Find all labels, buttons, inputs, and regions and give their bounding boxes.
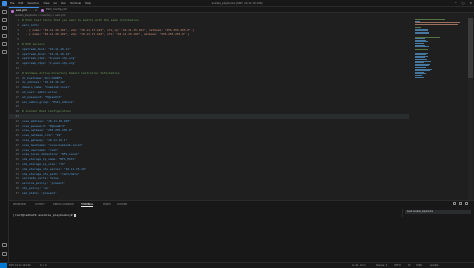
- editor-scrollbar[interactable]: [468, 18, 473, 200]
- code-text: upstream_ntp2: "1.pool.ntp.org": [22, 61, 76, 66]
- minimap[interactable]: [414, 18, 466, 200]
- menu-item-edit[interactable]: Edit: [18, 2, 23, 5]
- close-panel-icon[interactable]: [465, 202, 468, 205]
- language-mode[interactable]: YAML: [416, 263, 422, 268]
- code-text: # vCenter Host Configuration: [22, 109, 71, 114]
- maximize-icon[interactable]: □: [462, 1, 465, 5]
- panel-tab-problems[interactable]: PROBLEMS: [13, 202, 26, 207]
- panel-tab-debug-console[interactable]: DEBUG CONSOLE: [53, 202, 74, 207]
- split-terminal-icon[interactable]: [459, 202, 462, 205]
- code-line[interactable]: 10 upstream_ntp2: "1.pool.ntp.org": [9, 61, 409, 66]
- gear-icon[interactable]: [2, 252, 7, 256]
- code-line[interactable]: 30 vds_storage_ip_name: "NFS_ESXi": [9, 157, 409, 162]
- terminal-list-item[interactable]: bash ansible_playbooks: [405, 210, 471, 214]
- panel-tab-ports[interactable]: PORTS: [103, 202, 111, 207]
- terminal-prompt: [root@redhat9 ansible_playbooks]#: [13, 213, 75, 217]
- terminal-cursor: [74, 213, 77, 217]
- panel-tab-terminal[interactable]: TERMINAL: [81, 202, 94, 207]
- code-text: domain_name: "homelab.local": [22, 85, 71, 90]
- code-line[interactable]: 5: [9, 37, 409, 42]
- window-controls: ─ □ ✕: [455, 1, 472, 5]
- code-text: vcsa_netmask_cidr: "24": [22, 133, 63, 138]
- minimap-line: [415, 19, 446, 20]
- line-number: 10: [15, 61, 19, 66]
- menu-bar: File Edit Selection View Go Run Terminal Help: [10, 2, 91, 5]
- minimap-line: [415, 46, 429, 48]
- minimap-line: [415, 49, 428, 51]
- line-number: 5: [17, 37, 19, 42]
- line-number: 30: [15, 157, 19, 162]
- activity-bar: [0, 7, 9, 262]
- menu-item-run[interactable]: Run: [61, 2, 66, 5]
- line-number: 15: [15, 85, 19, 90]
- code-line[interactable]: 15 domain_name: "homelab.local": [9, 85, 409, 90]
- panel-tab-output[interactable]: OUTPUT: [35, 202, 45, 207]
- title-bar: File Edit Selection View Go Run Terminal Help a…: [0, 0, 474, 7]
- menu-item-terminal[interactable]: Terminal: [70, 2, 81, 5]
- code-text: vds_storage_ip_name: "NFS_ESXi": [22, 157, 76, 162]
- menu-item-go[interactable]: Go: [53, 2, 57, 5]
- problems-count[interactable]: 0 ⚠ 0: [40, 263, 46, 268]
- code-line[interactable]: 20 # vCenter Host Configuration: [9, 109, 409, 114]
- indentation[interactable]: Spaces: 2: [376, 263, 387, 268]
- minimap-line: [415, 23, 459, 25]
- tab-label: esxi.yml: [16, 9, 27, 12]
- yaml-file-icon: [41, 8, 44, 12]
- line-endings[interactable]: LF: [408, 263, 411, 268]
- terminal-output[interactable]: [root@redhat9 ansible_playbooks]#: [13, 213, 77, 217]
- menu-item-help[interactable]: Help: [85, 2, 91, 5]
- menu-item-file[interactable]: File: [10, 2, 14, 5]
- tab-label: ESXi_Config.yml: [46, 8, 68, 11]
- code-line[interactable]: 37 ssh_state: 'present': [9, 191, 409, 196]
- panel-tab-gitlens[interactable]: GITLENS: [117, 202, 127, 207]
- code-text: ssh_state: 'present': [22, 190, 57, 195]
- line-number: 35: [15, 181, 19, 186]
- minimize-icon[interactable]: ─: [455, 1, 457, 5]
- encoding[interactable]: UTF-8: [394, 263, 401, 268]
- account-icon[interactable]: [2, 243, 7, 247]
- terminal-list: bash ansible_playbooks: [402, 209, 472, 217]
- menu-item-selection[interactable]: Selection: [27, 2, 39, 5]
- minimap-line: [415, 76, 424, 78]
- explorer-icon[interactable]: [2, 10, 7, 14]
- ansible-status[interactable]: Ansible: [430, 263, 438, 268]
- remote-explorer-icon[interactable]: [2, 50, 7, 54]
- minimap-line: [415, 33, 429, 35]
- line-number: 37: [15, 190, 19, 195]
- terminal-panel: PROBLEMS OUTPUT DEBUG CONSOLE TERMINAL PORTS…: [9, 200, 474, 262]
- vscode-logo-icon: [2, 0, 7, 6]
- remote-host[interactable]: SSH: 10.11.10.100: [9, 263, 31, 268]
- code-editor[interactable]: 1 # ESXi host facts that you want to modi…: [9, 18, 411, 200]
- status-bar: SSH: 10.11.10.100 0 ⚠ 0 Ln 21, Col 1 Spa…: [0, 262, 474, 268]
- new-terminal-icon[interactable]: [453, 202, 456, 205]
- line-number: 20: [15, 109, 19, 114]
- close-icon[interactable]: ✕: [469, 1, 472, 5]
- code-line[interactable]: 35 service_policy: 'present': [9, 181, 409, 186]
- code-text: service_policy: 'present': [22, 181, 66, 186]
- line-number: 25: [15, 133, 19, 138]
- scroll-thumb[interactable]: [468, 18, 473, 78]
- extensions-icon[interactable]: [2, 42, 7, 46]
- search-icon[interactable]: [2, 18, 7, 22]
- cursor-position[interactable]: Ln 21, Col 1: [352, 263, 366, 268]
- menu-item-view[interactable]: View: [43, 2, 49, 5]
- code-line[interactable]: 25 vcsa_netmask_cidr: "24": [9, 133, 409, 138]
- source-control-icon[interactable]: [2, 26, 7, 30]
- remote-indicator-icon[interactable]: [0, 263, 7, 268]
- run-debug-icon[interactable]: [2, 34, 7, 38]
